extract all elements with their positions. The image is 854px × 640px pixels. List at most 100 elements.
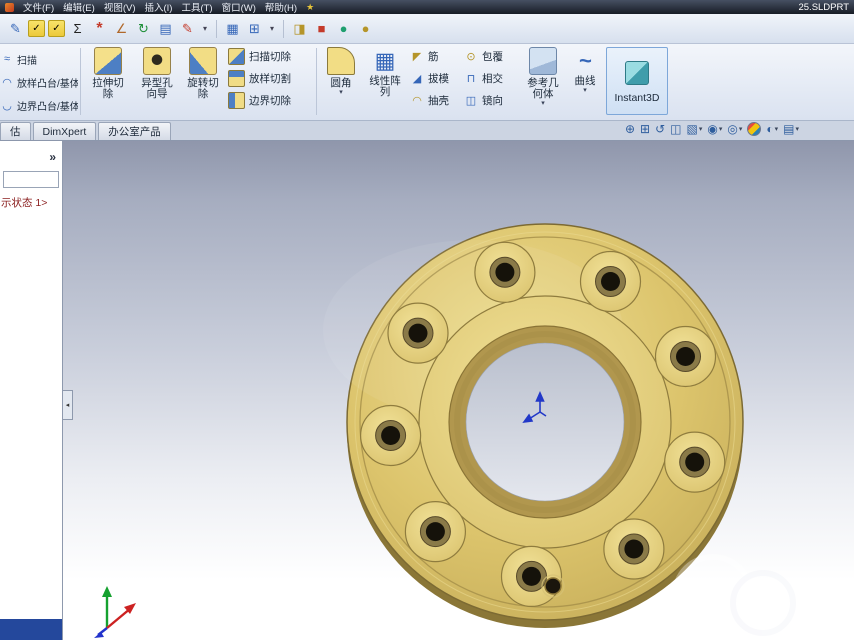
lofted-cut-icon [228,70,245,87]
edit-color-icon[interactable]: ✎ [178,19,197,38]
fillet-button[interactable]: 圆角 ▾ [320,45,362,118]
button-label: 圆角 [331,78,352,89]
heads-up-view-toolbar: ⊕ ⊞ ↺ ◫ ▧▾ ◉▾ ◎▾ ◐▾ ▤▾ [625,122,799,136]
rib-button[interactable]: ◤ 筋 [410,47,449,65]
rib-icon: ◤ [410,49,424,63]
feature-stack: ◤ 筋 ◢ 拔模 ◠ 抽壳 [410,47,449,109]
display-style-icon[interactable]: ◉▾ [707,122,722,136]
previous-view-icon[interactable]: ↺ [655,122,665,136]
expand-panel-button[interactable]: » [49,150,56,164]
ribbon-item-label: 扫描 [17,52,37,67]
linear-pattern-icon: ▦ [372,47,398,73]
measure-icon[interactable]: ∠ [112,19,131,38]
wrap-button[interactable]: ⊙ 包覆 [464,47,503,65]
reference-geometry-button[interactable]: 参考几 何体 ▾ [520,45,566,118]
split-view-icon[interactable]: ◨ [290,19,309,38]
menu-help[interactable]: 帮助(H) [265,0,297,14]
fillet-icon [327,47,355,75]
button-label: Instant3D [615,92,660,104]
view-settings-icon[interactable]: ▤▾ [783,122,799,136]
menu-view[interactable]: 视图(V) [104,0,136,14]
graphics-viewport[interactable]: ◂ [63,140,854,640]
new-window-icon[interactable]: ▦ [223,19,242,38]
toolbar-separator [283,20,284,38]
cut-feature-stack: 扫描切除 放样切割 边界切除 [228,47,291,109]
panel-splitter-handle[interactable]: ◂ [63,390,73,420]
button-label: 镜向 [482,93,503,108]
button-label: 放样切割 [249,71,291,86]
tab-evaluate[interactable]: 估 [0,122,31,140]
quick-tips-star-icon[interactable]: ★ [306,2,314,13]
rebuild-icon[interactable]: ↻ [134,19,153,38]
ribbon-separator [316,48,317,115]
dropdown-icon[interactable]: ▾ [200,19,210,38]
tab-dimxpert[interactable]: DimXpert [33,122,97,140]
extruded-cut-button[interactable]: 拉伸切 除 [84,45,132,118]
hole-wizard-button[interactable]: 异型孔 向导 [134,45,180,118]
draft-button[interactable]: ◢ 拔模 [410,69,449,87]
chevron-down-icon[interactable]: ▾ [583,87,587,95]
app-logo-icon[interactable] [5,3,14,12]
command-manager-tabs: 估 DimXpert 办公室产品 ⊕ ⊞ ↺ ◫ ▧▾ ◉▾ ◎▾ ◐▾ ▤▾ [0,120,854,141]
button-label: 列 [380,87,391,98]
swept-cut-icon [228,48,245,65]
ribbon-separator [80,48,81,115]
button-label: 除 [103,89,114,100]
view-orientation-icon[interactable]: ▧▾ [687,122,703,136]
menu-file[interactable]: 文件(F) [23,0,54,14]
instant3d-icon [625,61,649,85]
menu-edit[interactable]: 编辑(E) [63,0,95,14]
chevron-down-icon[interactable]: ▾ [541,100,545,108]
smart-dimension-icon[interactable]: ✓ [28,20,45,37]
intersect-icon: ⊓ [464,71,478,85]
spellcheck-icon[interactable]: * [90,19,109,38]
appearance-sphere-icon[interactable]: ● [356,19,375,38]
record-icon[interactable]: ■ [312,19,331,38]
button-label: 相交 [482,71,503,86]
menu-tools[interactable]: 工具(T) [181,0,212,14]
tile-window-icon[interactable]: ⊞ [245,19,264,38]
design-table-icon[interactable]: ▤ [156,19,175,38]
zoom-fit-icon[interactable]: ⊕ [625,122,635,136]
ribbon-item-loft[interactable]: ◠ 放样凸台/基体 [0,71,78,93]
dropdown-icon[interactable]: ▾ [267,19,277,38]
swept-cut-button[interactable]: 扫描切除 [228,47,291,65]
sketch-icon[interactable]: ✎ [6,19,25,38]
menu-insert[interactable]: 插入(I) [144,0,172,14]
hide-show-items-icon[interactable]: ◎▾ [727,122,742,136]
ribbon-item-boundary[interactable]: ◡ 边界凸台/基体 [0,94,78,116]
menu-window[interactable]: 窗口(W) [222,0,256,14]
tree-filter-box[interactable] [3,171,59,188]
curves-button[interactable]: ~ 曲线 ▾ [568,45,602,118]
boundary-cut-icon [228,92,245,109]
button-label: 除 [198,89,209,100]
linear-pattern-button[interactable]: ▦ 线性阵 列 [364,45,406,118]
chevron-down-icon[interactable]: ▾ [339,89,343,97]
mirror-button[interactable]: ◫ 镜向 [464,91,503,109]
ribbon-item-sweep[interactable]: ≈ 扫描 [0,48,78,70]
tab-office-products[interactable]: 办公室产品 [98,122,171,140]
equations-icon[interactable]: Σ [68,19,87,38]
coordinate-triad [91,582,141,638]
revolved-cut-icon [189,47,217,75]
zoom-area-icon[interactable]: ⊞ [640,122,650,136]
shell-button[interactable]: ◠ 抽壳 [410,91,449,109]
extruded-cut-icon [94,47,122,75]
modify-stack: ⊙ 包覆 ⊓ 相交 ◫ 镜向 [464,47,503,109]
intersect-button[interactable]: ⊓ 相交 [464,69,503,87]
boundary-cut-button[interactable]: 边界切除 [228,91,291,109]
apply-scene-icon[interactable]: ◐▾ [766,122,778,136]
instant3d-button[interactable]: Instant3D [606,47,668,115]
section-view-icon[interactable]: ◫ [670,122,681,136]
edit-appearance-icon[interactable] [747,122,761,136]
revolved-cut-button[interactable]: 旋转切 除 [182,45,224,118]
button-label: 向导 [147,89,168,100]
panel-footer [0,619,62,640]
draft-icon: ◢ [410,71,424,85]
note-dimension-icon[interactable]: ✓ [48,20,65,37]
curves-icon: ~ [572,47,598,73]
model-3d-flange[interactable] [63,140,854,640]
lofted-cut-button[interactable]: 放样切割 [228,69,291,87]
play-icon[interactable]: ● [334,19,353,38]
display-state-label[interactable]: 示状态 1> [1,195,47,210]
